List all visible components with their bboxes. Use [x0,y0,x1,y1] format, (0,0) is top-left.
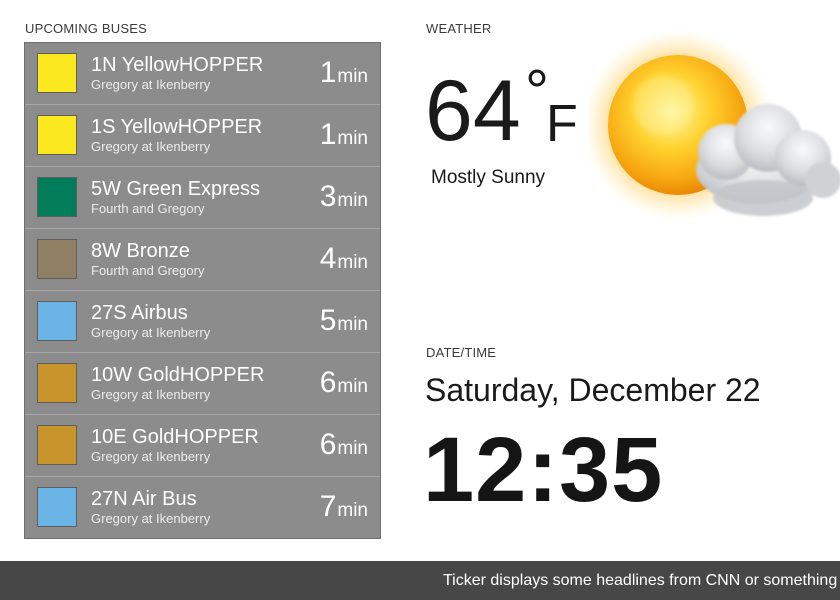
bus-eta-unit: min [337,314,368,335]
bus-eta-unit: min [337,376,368,397]
bus-stop-name: Gregory at Ikenberry [91,139,211,154]
bus-route-name: 5W Green Express [91,178,260,200]
temperature-display: 64 ° F [425,62,578,155]
bus-eta: 6min [320,366,368,400]
bus-route-name: 27N Air Bus [91,488,197,510]
bus-row: 1N YellowHOPPER Gregory at Ikenberry 1min [25,43,380,105]
bus-eta-value: 1 [319,56,337,89]
bus-eta-value: 4 [319,242,337,275]
current-date: Saturday, December 22 [425,372,761,408]
bus-stop-name: Gregory at Ikenberry [91,449,211,464]
bus-stop-name: Gregory at Ikenberry [91,387,211,402]
bus-eta-value: 6 [319,366,337,399]
route-color-swatch [37,115,77,155]
bus-eta-value: 5 [319,304,337,337]
bus-route-name: 27S Airbus [91,302,188,324]
partly-cloudy-sun-icon [583,30,840,230]
bus-route-name: 8W Bronze [91,240,190,262]
weather-label: WEATHER [426,21,492,36]
bus-eta-unit: min [337,190,368,211]
route-color-swatch [37,301,77,341]
bus-eta: 5min [320,304,368,338]
current-time: 12:35 [423,419,664,521]
bus-eta-unit: min [337,438,368,459]
bus-eta-value: 7 [319,490,337,523]
bus-eta-unit: min [337,128,368,149]
bus-eta: 7min [320,490,368,524]
bus-row: 27S Airbus Gregory at Ikenberry 5min [25,291,380,353]
bus-eta: 1min [320,118,368,152]
bus-eta-value: 6 [319,428,337,461]
bus-row: 8W Bronze Fourth and Gregory 4min [25,229,380,291]
bus-row: 27N Air Bus Gregory at Ikenberry 7min [25,477,380,538]
bus-stop-name: Gregory at Ikenberry [91,325,211,340]
news-ticker: Ticker displays some headlines from CNN … [0,561,840,600]
bus-eta: 3min [320,180,368,214]
bus-stop-name: Fourth and Gregory [91,201,205,216]
route-color-swatch [37,425,77,465]
bus-eta: 6min [320,428,368,462]
weather-condition: Mostly Sunny [431,167,546,188]
bus-row: 5W Green Express Fourth and Gregory 3min [25,167,380,229]
bus-route-name: 10E GoldHOPPER [91,426,259,448]
upcoming-buses-label: UPCOMING BUSES [25,21,147,36]
temperature-value: 64 [425,63,521,159]
bus-eta-unit: min [337,252,368,273]
temperature-unit: F [546,95,578,153]
bus-eta-unit: min [337,500,368,521]
bus-eta: 1min [320,56,368,90]
datetime-label: DATE/TIME [426,345,497,360]
bus-row: 1S YellowHOPPER Gregory at Ikenberry 1min [25,105,380,167]
bus-row: 10W GoldHOPPER Gregory at Ikenberry 6min [25,353,380,415]
bus-eta: 4min [320,242,368,276]
route-color-swatch [37,177,77,217]
route-color-swatch [37,239,77,279]
bus-route-name: 1N YellowHOPPER [91,54,264,76]
bus-eta-value: 1 [319,118,337,151]
route-color-swatch [37,53,77,93]
bus-list: 1N YellowHOPPER Gregory at Ikenberry 1min 1… [24,42,381,539]
bus-route-name: 10W GoldHOPPER [91,364,265,386]
bus-eta-unit: min [337,66,368,87]
bus-row: 10E GoldHOPPER Gregory at Ikenberry 6min [25,415,380,477]
bus-stop-name: Gregory at Ikenberry [91,77,211,92]
bus-route-name: 1S YellowHOPPER [91,116,263,138]
bus-stop-name: Gregory at Ikenberry [91,511,211,526]
bus-stop-name: Fourth and Gregory [91,263,205,278]
bus-eta-value: 3 [319,180,337,213]
route-color-swatch [37,363,77,403]
ticker-text: Ticker displays some headlines from CNN … [443,572,838,589]
route-color-swatch [37,487,77,527]
